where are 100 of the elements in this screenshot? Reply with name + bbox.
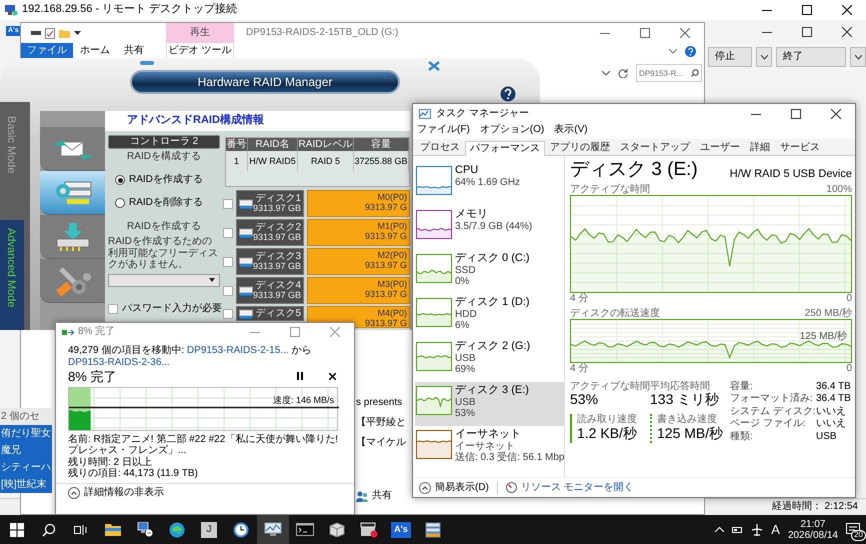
help-icon[interactable]	[500, 86, 516, 102]
list-item[interactable]: 侑だり聖女	[0, 425, 52, 442]
device-item[interactable]: メモリ 3.5/7.9 GB (44%)	[415, 206, 564, 250]
input-mode-indicator[interactable]: A	[771, 522, 780, 538]
checkbox[interactable]	[223, 198, 233, 208]
refresh-icon[interactable]	[618, 68, 628, 78]
server-icon[interactable]	[425, 522, 441, 538]
drive-icon[interactable]	[31, 30, 41, 36]
nav-tab[interactable]	[40, 171, 105, 215]
resource-monitor-link[interactable]: リソース モニターを開く	[506, 482, 634, 494]
toolbar-button[interactable]: 停止	[708, 47, 752, 67]
mode-tab[interactable]: Advanced Mode	[0, 220, 24, 330]
browser-icon[interactable]	[169, 522, 185, 538]
checkbox[interactable]	[223, 309, 233, 319]
dropdown-button[interactable]	[850, 47, 866, 67]
property-value: いいえ	[816, 406, 847, 418]
chevron-up-icon	[68, 486, 80, 499]
disk-size: 9313.97 GB	[253, 204, 302, 214]
radio-option[interactable]: RAIDを削除する	[105, 197, 223, 209]
menu-item[interactable]: 表示(V)	[554, 124, 588, 139]
list-item[interactable]: 2 個のセ	[0, 408, 52, 425]
search-icon[interactable]	[42, 522, 56, 536]
clapperboard-icon[interactable]	[360, 522, 378, 538]
ribbon-tab[interactable]: 共有	[117, 45, 151, 57]
dropdown-button[interactable]	[756, 47, 772, 67]
checkbox[interactable]	[223, 256, 233, 266]
ribbon-tab[interactable]: ファイル	[21, 43, 73, 59]
monitor-chart-icon[interactable]	[264, 522, 282, 537]
device-item[interactable]: ディスク 0 (C:) SSD 0%	[415, 250, 564, 294]
chevron-icon[interactable]	[669, 48, 677, 54]
start-icon[interactable]	[10, 522, 24, 536]
close-icon[interactable]	[329, 372, 336, 380]
help-icon[interactable]	[685, 46, 696, 56]
terminal-icon[interactable]	[296, 523, 314, 536]
tab[interactable]: スタートアップ	[615, 140, 695, 155]
battery-icon[interactable]	[732, 526, 744, 534]
tab[interactable]: ユーザー	[695, 140, 745, 155]
computer-icon[interactable]	[137, 522, 153, 537]
maximize-icon[interactable]	[791, 109, 801, 119]
tab[interactable]: プロセス	[415, 140, 465, 155]
fewer-details-button[interactable]: 簡易表示(D)	[419, 482, 489, 494]
folder-icon[interactable]	[105, 523, 121, 536]
chevron-up-icon[interactable]	[715, 527, 724, 532]
details-toggle[interactable]: 詳細情報の非表示	[68, 486, 164, 499]
airplane-icon[interactable]	[751, 524, 764, 536]
close-icon[interactable]	[842, 27, 852, 37]
tab[interactable]: パフォーマンス	[465, 141, 545, 156]
device-item[interactable]: ディスク 1 (D:) HDD 6%	[415, 294, 564, 338]
file-list-item[interactable]: 【平野綾と	[356, 417, 406, 437]
chevron-icon[interactable]	[602, 70, 610, 76]
search-field[interactable]: DP9153-R...	[636, 64, 702, 82]
tab[interactable]: アプリの履歴	[545, 140, 615, 155]
device-item[interactable]: ディスク 2 (G:) USB 69%	[415, 338, 564, 382]
device-item[interactable]: ディスク 3 (E:) USB 53%	[415, 382, 564, 426]
package-icon[interactable]	[328, 522, 346, 537]
checkbox[interactable]	[108, 304, 118, 314]
section-title: アドバンスドRAID構成情報	[105, 111, 410, 131]
clock-icon[interactable]	[233, 522, 249, 538]
disk-tile[interactable]: ディスク2 9313.97 GB	[236, 219, 304, 246]
app-icon[interactable]: J	[201, 522, 217, 538]
disk-tile[interactable]: ディスク5	[236, 306, 304, 321]
clock[interactable]: 21:07 2026/08/14	[788, 518, 838, 540]
close-icon[interactable]	[842, 5, 852, 15]
disk-tile[interactable]: ディスク3 9313.97 GB	[236, 248, 304, 275]
list-item[interactable]: 魔兄	[0, 442, 52, 459]
menu-item[interactable]: ファイル(F)	[417, 124, 470, 139]
file-list-item[interactable]: s presents	[356, 397, 402, 417]
property-value: いいえ	[816, 418, 847, 431]
caret-icon[interactable]	[74, 30, 81, 36]
checkbox[interactable]	[223, 286, 233, 296]
tab[interactable]: 詳細	[745, 140, 775, 155]
caret-icon	[209, 278, 215, 282]
nav-tab[interactable]	[40, 259, 105, 303]
source-link[interactable]: DP9153-RAIDS-2-15...	[186, 345, 289, 356]
list-item[interactable]: シティーハ	[0, 459, 52, 476]
checkbox[interactable]	[223, 228, 233, 238]
radio-option[interactable]: RAIDを作成する	[105, 174, 223, 186]
disk-tile[interactable]: ディスク4 9313.97 GB	[236, 277, 304, 304]
pause-icon[interactable]	[297, 372, 303, 380]
checklist-icon[interactable]	[45, 28, 55, 38]
toolbar-button[interactable]: 終了	[776, 47, 846, 67]
disk-tile[interactable]: ディスク1 9313.97 GB	[236, 190, 304, 217]
destination-link[interactable]: DP9153-RAIDS-2-36...	[68, 356, 170, 368]
device-item[interactable]: CPU 64% 1.69 GHz	[415, 162, 564, 206]
nav-tab[interactable]	[40, 215, 105, 259]
axis-mid-label: 125 MB/秒	[800, 332, 847, 342]
maximize-icon[interactable]	[802, 27, 812, 37]
tab[interactable]: サービス	[775, 140, 825, 155]
nav-tab[interactable]	[40, 127, 105, 171]
close-icon[interactable]	[831, 109, 841, 119]
file-list-item[interactable]: 【マイケル	[356, 437, 406, 457]
app-icon[interactable]: A's	[391, 522, 411, 538]
list-item[interactable]: [映]世紀末	[0, 476, 52, 493]
device-item[interactable]: イーサネット イーサネット 送信: 0.3 受信: 56.1 Mbp	[415, 426, 564, 470]
task-manager-icon	[419, 109, 431, 119]
property-label: ページ ファイル:	[730, 418, 807, 430]
ribbon-tab[interactable]: ホーム	[73, 45, 117, 57]
maximize-icon[interactable]	[802, 5, 812, 15]
menu-item[interactable]: オプション(O)	[480, 124, 544, 139]
task-view-icon[interactable]	[74, 524, 88, 536]
